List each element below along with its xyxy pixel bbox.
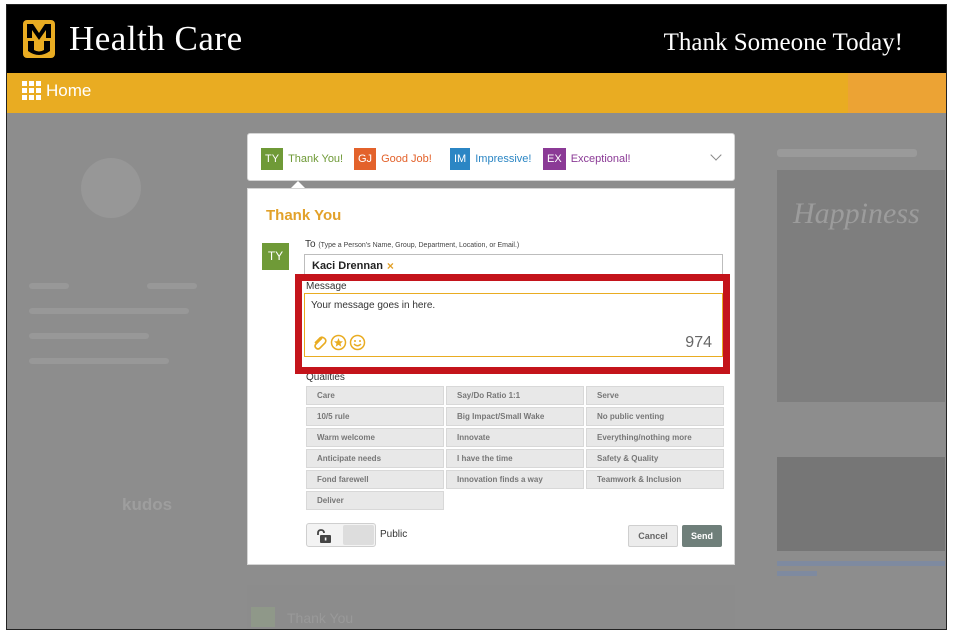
background-placeholder-row: [29, 283, 69, 289]
tab-badge: GJ: [354, 148, 377, 170]
background-profile-chart: [81, 158, 141, 218]
tab-label: Thank You!: [288, 153, 344, 165]
background-link-row: [777, 571, 817, 576]
tab-label: Good Job!: [381, 153, 432, 165]
quality-option[interactable]: 10/5 rule: [306, 407, 444, 426]
app-frame: Health Care Thank Someone Today! Home ku…: [6, 4, 947, 630]
tab-badge: EX: [543, 148, 566, 170]
quality-option[interactable]: Care: [306, 386, 444, 405]
background-happiness-text: Happiness: [793, 197, 920, 230]
quality-option[interactable]: Innovate: [446, 428, 584, 447]
quality-option[interactable]: Teamwork & Inclusion: [586, 470, 724, 489]
privacy-toggle[interactable]: [306, 523, 376, 547]
nav-bar: Home: [7, 73, 946, 113]
grid-icon: [22, 81, 42, 101]
quality-option[interactable]: Serve: [586, 386, 724, 405]
background-placeholder-row: [29, 333, 149, 339]
recognition-type-tabs: TY Thank You! GJ Good Job! IM Impressive…: [247, 133, 735, 181]
quality-option[interactable]: No public venting: [586, 407, 724, 426]
toggle-knob: [343, 525, 374, 545]
remove-recipient-icon[interactable]: ×: [387, 259, 394, 273]
quality-option[interactable]: Innovation finds a way: [446, 470, 584, 489]
privacy-label: Public: [380, 529, 408, 540]
site-header: Health Care Thank Someone Today!: [7, 5, 946, 73]
home-nav-link[interactable]: Home: [22, 81, 91, 101]
university-shield-logo: [23, 20, 55, 58]
unlock-icon: [317, 529, 331, 543]
quality-option[interactable]: Fond farewell: [306, 470, 444, 489]
home-label: Home: [46, 81, 92, 100]
background-feed-item: Thank You: [247, 585, 735, 629]
tab-label: Exceptional!: [570, 153, 631, 165]
background-kudos-logo: kudos: [122, 495, 173, 514]
quality-option[interactable]: Deliver: [306, 491, 444, 510]
tab-thank-you[interactable]: TY Thank You!: [261, 148, 343, 170]
send-button[interactable]: Send: [682, 525, 722, 547]
header-tagline: Thank Someone Today!: [663, 29, 903, 56]
message-highlight-annotation: [295, 274, 730, 374]
background-sidebar-title: [777, 149, 917, 157]
background-link-row: [777, 561, 945, 566]
background-video-thumbnail: [777, 457, 945, 551]
to-label: To (Type a Person's Name, Group, Departm…: [305, 239, 520, 250]
quality-option[interactable]: Safety & Quality: [586, 449, 724, 468]
to-hint: (Type a Person's Name, Group, Department…: [318, 242, 520, 249]
recipient-chip: Kaci Drennan ×: [312, 259, 394, 273]
tab-impressive[interactable]: IM Impressive!: [450, 148, 531, 170]
quality-option[interactable]: I have the time: [446, 449, 584, 468]
background-ty-badge: [251, 607, 275, 627]
tab-badge: TY: [261, 148, 284, 170]
brand-title: Health Care: [69, 19, 243, 58]
tab-good-job[interactable]: GJ Good Job!: [354, 148, 432, 170]
tab-badge: IM: [450, 148, 471, 170]
background-feed-text: Thank You: [287, 610, 354, 626]
form-title: Thank You: [266, 207, 342, 224]
nav-right-block: [848, 73, 946, 113]
background-placeholder-row: [29, 358, 169, 364]
tab-label: Impressive!: [475, 153, 532, 165]
recipient-name: Kaci Drennan: [312, 260, 383, 272]
qualities-grid: Care Say/Do Ratio 1:1 Serve 10/5 rule Bi…: [306, 386, 725, 510]
cancel-button[interactable]: Cancel: [628, 525, 678, 547]
quality-option[interactable]: Warm welcome: [306, 428, 444, 447]
quality-option[interactable]: Say/Do Ratio 1:1: [446, 386, 584, 405]
recipient-input[interactable]: Kaci Drennan ×: [304, 254, 723, 276]
tab-exceptional[interactable]: EX Exceptional!: [543, 148, 631, 170]
thank-you-form: Thank You TY To (Type a Person's Name, G…: [247, 188, 735, 565]
background-placeholder-row: [29, 308, 189, 314]
background-placeholder-row: [147, 283, 197, 289]
quality-option[interactable]: Everything/nothing more: [586, 428, 724, 447]
quality-option[interactable]: Anticipate needs: [306, 449, 444, 468]
avatar: TY: [262, 243, 289, 270]
quality-option[interactable]: Big Impact/Small Wake: [446, 407, 584, 426]
chevron-down-icon[interactable]: [710, 149, 722, 161]
